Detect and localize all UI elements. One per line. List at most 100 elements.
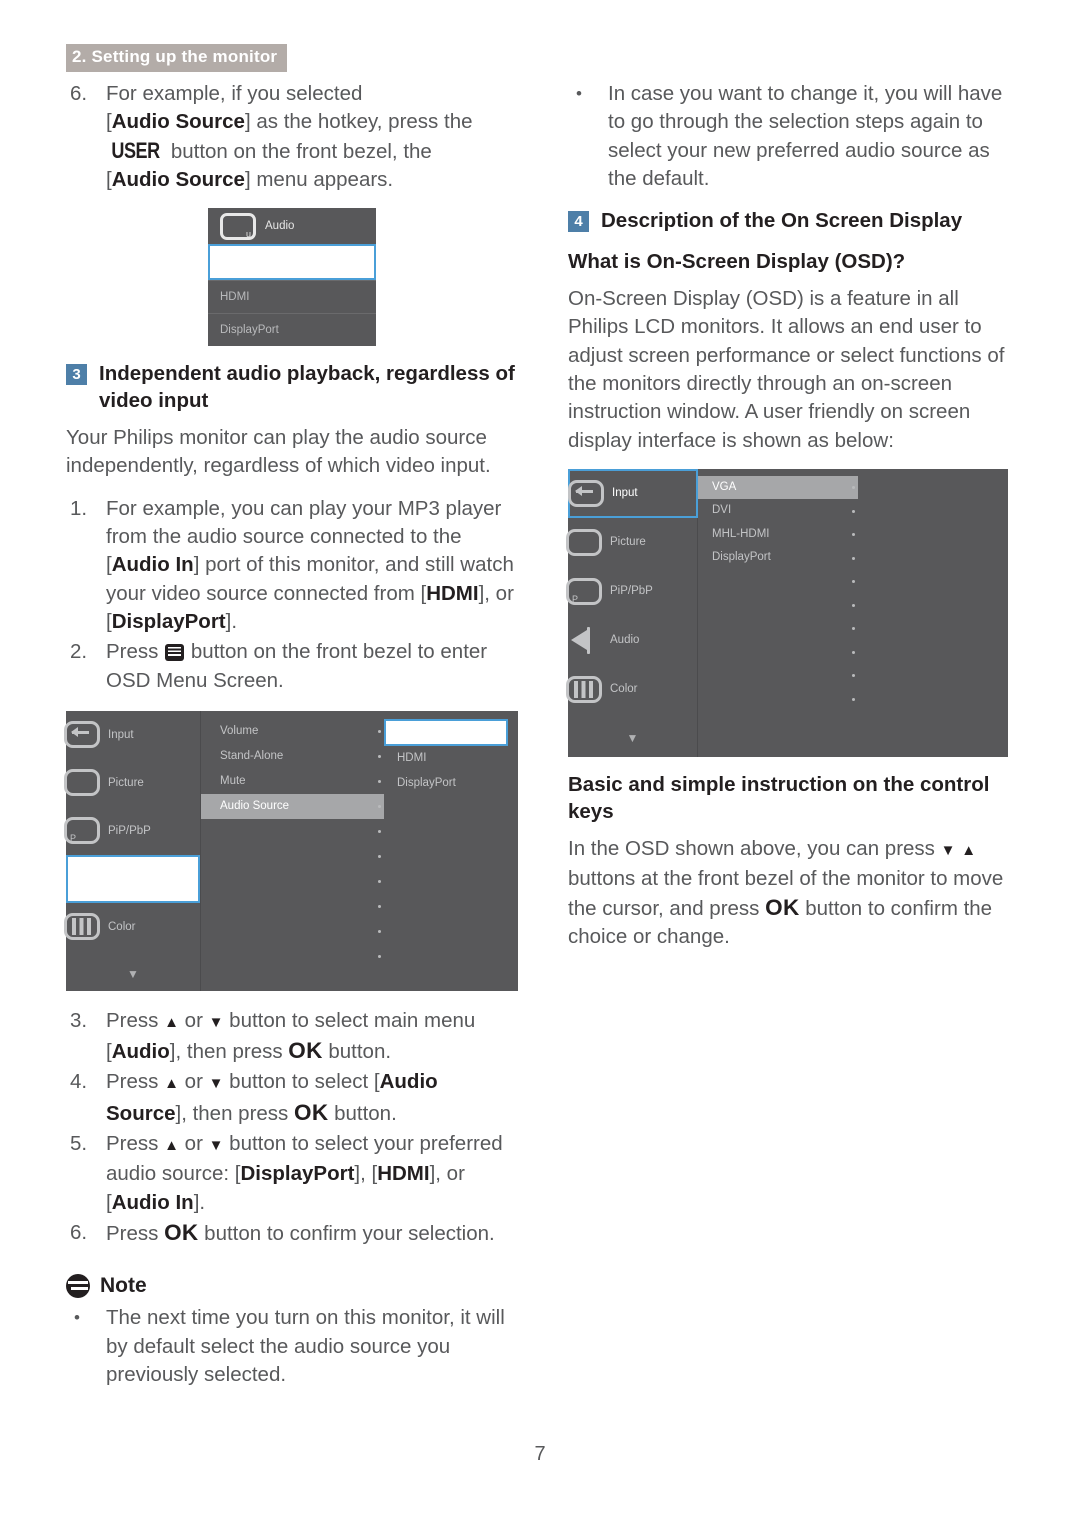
menu-item-blank: [698, 640, 848, 664]
section-badge: 3: [66, 364, 87, 386]
menu-item-mute[interactable]: Mute: [201, 769, 374, 794]
menu-item-stand-alone[interactable]: Stand-Alone: [201, 744, 374, 769]
dot-marker: [374, 744, 384, 769]
list-marker: 2.: [70, 640, 88, 664]
dot-marker: [848, 640, 858, 664]
osd-audio-menu: Input Picture P PiP/PbP Color ▼ Volume S…: [64, 710, 518, 991]
step5-part1: Press: [106, 1132, 159, 1156]
osd-popup-title: Audio: [265, 220, 295, 233]
sidebar-item-audio[interactable]: Audio: [568, 616, 697, 665]
sidebar-item-audio-selected[interactable]: [66, 854, 200, 903]
note-title: Note: [100, 1274, 147, 1298]
dot-marker: [848, 499, 858, 523]
audio-in-term: Audio In: [111, 553, 194, 577]
note-header: Note: [66, 1274, 518, 1299]
step4-or: or: [184, 1070, 203, 1094]
sidebar-item-label: Picture: [108, 776, 144, 789]
dot-marker: [848, 664, 858, 688]
menu-item-blank: [698, 570, 848, 594]
value-item-hdmi[interactable]: HDMI: [384, 746, 518, 771]
section-title: Independent audio playback, regardless o…: [99, 362, 515, 413]
list-marker: 6.: [70, 82, 88, 105]
list-marker: 1.: [70, 496, 88, 520]
step6-line4-tail: ] menu appears.: [244, 167, 394, 191]
osd-popup-row-displayport[interactable]: DisplayPort: [208, 313, 376, 346]
pip-icon: P: [566, 577, 602, 605]
audio-source-term: Audio Source: [111, 110, 245, 134]
menu-item-blank: [201, 944, 374, 969]
list-text: Press ▲ or ▼ button to select main menu …: [106, 1007, 518, 1067]
list-text: For example, you can play your MP3 playe…: [106, 495, 518, 636]
audio-icon: [566, 626, 602, 654]
menu-item-mhl-hdmi[interactable]: MHL-HDMI: [698, 523, 848, 547]
bullet-item-change-note: • In case you want to change it, you wil…: [568, 80, 1020, 193]
sidebar-item-pip-pbp[interactable]: P PiP/PbP: [566, 567, 697, 616]
menu-item-dvi[interactable]: DVI: [698, 499, 848, 523]
sidebar-item-picture[interactable]: Picture: [566, 518, 697, 567]
section-heading-3: 3 Independent audio playback, regardless…: [66, 360, 518, 414]
intro-paragraph: Your Philips monitor can play the audio …: [66, 426, 491, 478]
sidebar-item-label: Audio: [610, 634, 640, 647]
osd-input-menu: Input Picture P PiP/PbP Audio Color ▼ VG…: [566, 468, 1008, 757]
sidebar-item-pip-pbp[interactable]: P PiP/PbP: [64, 807, 200, 855]
running-header: 2. Setting up the monitor: [66, 44, 288, 72]
dot-marker: [848, 593, 858, 617]
dot-marker: [848, 546, 858, 570]
sidebar-item-color[interactable]: Color: [566, 665, 697, 714]
input-icon: [64, 721, 100, 749]
arrow-down-icon: ▼: [208, 1137, 224, 1155]
left-column: 6. For example, if you selected [Audio S…: [64, 80, 518, 1391]
dot-marker: [848, 475, 858, 500]
document-page: 2. Setting up the monitor 6. For example…: [0, 0, 1080, 1527]
list-item-step2: 2. Press button on the front bezel to en…: [66, 638, 518, 695]
step3-part4: button.: [328, 1040, 392, 1064]
osd-menu-column: VGA DVI MHL-HDMI DisplayPort: [698, 469, 848, 757]
step2-part2: button on the front bezel to enter OSD M…: [106, 640, 488, 692]
sidebar-item-label: Color: [108, 920, 136, 933]
bullet-marker: •: [74, 1308, 80, 1328]
sidebar-item-input[interactable]: Input: [64, 711, 200, 759]
menu-button-icon: [165, 644, 185, 662]
control-keys-paragraph: In the OSD shown above, you can press ▼ …: [568, 835, 1020, 951]
sidebar-item-picture[interactable]: Picture: [64, 759, 200, 807]
arrow-down-icon: ▼: [940, 841, 956, 859]
ok-button-glyph: OK: [294, 1099, 329, 1125]
step5-part3: ], [: [354, 1162, 378, 1186]
hdmi-term: HDMI: [426, 581, 479, 605]
dot-marker: [374, 869, 384, 894]
step4-part3: ], then press: [175, 1101, 289, 1125]
menu-item-displayport[interactable]: DisplayPort: [698, 546, 848, 570]
menu-item-vga[interactable]: VGA: [698, 475, 848, 500]
pip-icon: P: [64, 817, 100, 845]
list-item-step6: 6. For example, if you selected [Audio S…: [66, 80, 518, 194]
user-key-letter: u: [245, 228, 251, 239]
menu-item-blank: [201, 869, 374, 894]
osd-popup-header: u Audio: [208, 208, 376, 244]
chevron-down-icon[interactable]: ▼: [66, 967, 200, 981]
dot-marker: [848, 617, 858, 641]
value-item-selected[interactable]: [384, 718, 508, 746]
menu-item-blank: [698, 687, 848, 711]
osd-dot-column: [848, 469, 858, 757]
chevron-down-icon[interactable]: ▼: [568, 731, 697, 745]
menu-item-volume[interactable]: Volume: [201, 719, 374, 744]
section-title: Description of the On Screen Display: [601, 209, 963, 233]
note-bullet-item: • The next time you turn on this monitor…: [66, 1304, 518, 1389]
sidebar-item-input[interactable]: Input: [568, 468, 698, 518]
osd-popup-row-hdmi[interactable]: HDMI: [208, 280, 376, 313]
audio-term: Audio: [111, 1040, 170, 1064]
menu-item-audio-source[interactable]: Audio Source: [201, 793, 374, 819]
subheading-control-keys: Basic and simple instruction on the cont…: [568, 772, 990, 823]
bullet-text: In case you want to change it, you will …: [608, 82, 1003, 190]
note-icon: [66, 1274, 90, 1299]
osd-popup-row-selected[interactable]: [208, 244, 376, 281]
step5-part5: ].: [193, 1190, 206, 1214]
osd-menu-column: Volume Stand-Alone Mute Audio Source: [201, 711, 374, 991]
step3-or: or: [184, 1008, 203, 1032]
section-heading-4: 4 Description of the On Screen Display: [568, 207, 1020, 234]
step4-part4: button.: [334, 1101, 397, 1125]
sidebar-item-color[interactable]: Color: [64, 903, 200, 951]
value-item-displayport[interactable]: DisplayPort: [384, 771, 518, 796]
sidebar-item-label: Picture: [610, 536, 646, 549]
dot-marker: [848, 687, 858, 711]
